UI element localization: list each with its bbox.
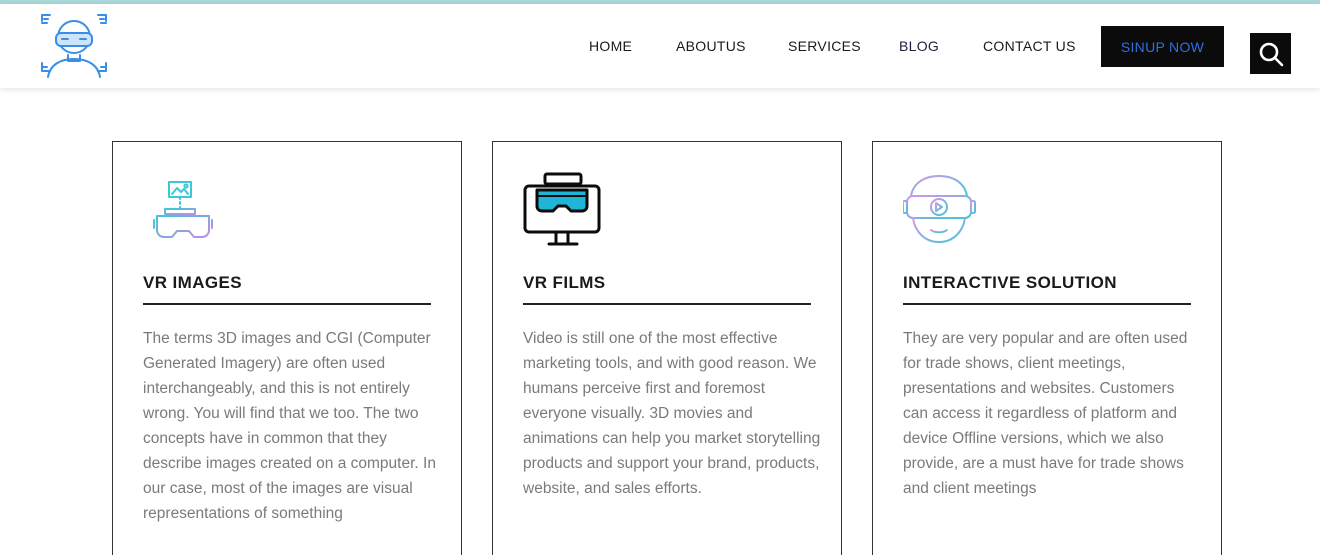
nav-home[interactable]: HOME — [589, 38, 632, 54]
site-header: HOME ABOUTUS SERVICES BLOG CONTACT US SI… — [0, 4, 1320, 88]
card-description: The terms 3D images and CGI (Computer Ge… — [143, 330, 436, 522]
card-divider — [143, 303, 431, 305]
card-description: Video is still one of the most effective… — [523, 330, 821, 497]
card-title: VR IMAGES — [143, 273, 243, 292]
nav-contact-us[interactable]: CONTACT US — [983, 38, 1076, 54]
card-description: They are very popular and are often used… — [903, 330, 1188, 497]
vr-image-icon — [143, 172, 223, 252]
card-title: INTERACTIVE SOLUTION — [903, 273, 1117, 292]
search-button[interactable] — [1250, 33, 1291, 74]
card-divider — [903, 303, 1191, 305]
vr-monitor-icon — [523, 172, 603, 252]
service-card-vr-films: VR FILMS Video is still one of the most … — [492, 141, 842, 555]
signup-button[interactable]: SINUP NOW — [1101, 26, 1224, 67]
nav-services[interactable]: SERVICES — [788, 38, 861, 54]
service-card-vr-images: VR IMAGES The terms 3D images and CGI (C… — [112, 141, 462, 555]
vr-player-head-icon — [902, 172, 983, 252]
nav-blog[interactable]: BLOG — [899, 38, 939, 54]
card-title: VR FILMS — [523, 273, 606, 292]
service-card-interactive-solution: INTERACTIVE SOLUTION They are very popul… — [872, 141, 1222, 555]
card-divider — [523, 303, 811, 305]
nav-aboutus[interactable]: ABOUTUS — [676, 38, 746, 54]
vr-headset-person-icon[interactable] — [40, 13, 108, 79]
search-icon — [1259, 42, 1283, 66]
